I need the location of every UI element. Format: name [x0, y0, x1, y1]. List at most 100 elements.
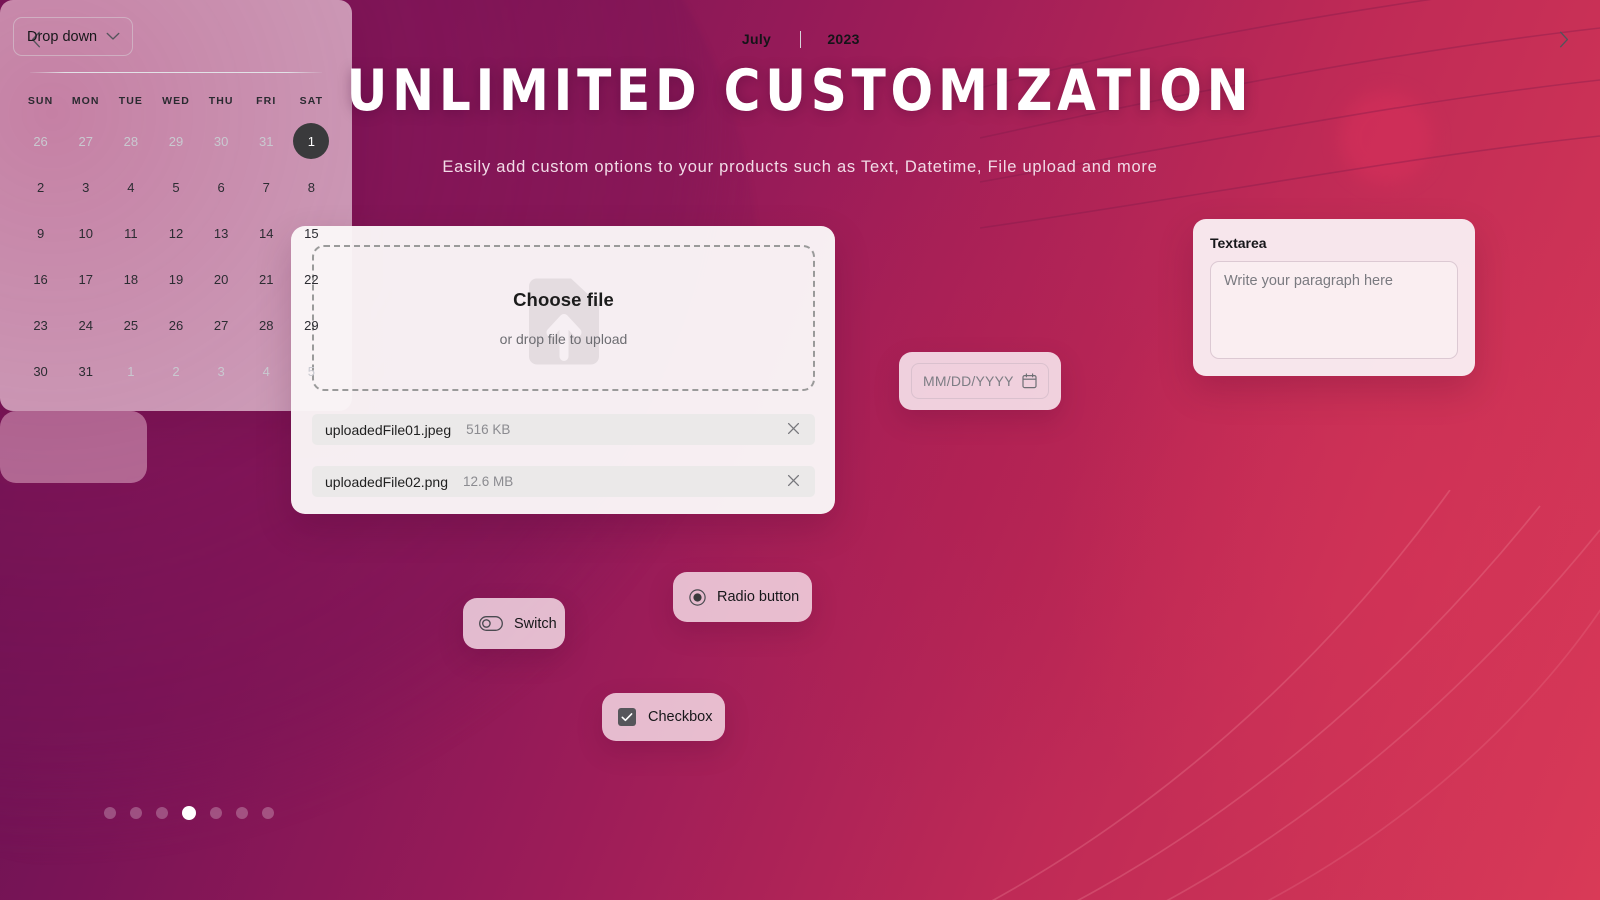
calendar-day[interactable]: 11	[108, 210, 153, 256]
textarea-input[interactable]: Write your paragraph here	[1210, 261, 1458, 359]
close-icon[interactable]	[786, 421, 801, 439]
calendar-day-number: 25	[123, 317, 139, 333]
calendar-month[interactable]: July	[714, 31, 800, 47]
chevron-down-icon[interactable]	[106, 32, 120, 41]
uploaded-file-row[interactable]: uploadedFile01.jpeg 516 KB	[312, 414, 815, 445]
radio-label: Radio button	[717, 589, 800, 605]
calendar-day[interactable]: 31	[244, 118, 289, 164]
calendar-day[interactable]: 30	[199, 118, 244, 164]
calendar-day-selected[interactable]: 1	[289, 118, 334, 164]
textarea-card: Textarea Write your paragraph here	[1193, 219, 1475, 376]
calendar-day[interactable]: 15	[289, 210, 334, 256]
pagination-dot[interactable]	[236, 807, 248, 819]
calendar-day[interactable]: 1	[108, 348, 153, 394]
calendar-day[interactable]: 22	[289, 256, 334, 302]
pagination-dot[interactable]	[210, 807, 222, 819]
calendar-day-number: 30	[33, 363, 48, 379]
calendar-day-number: 11	[124, 225, 138, 241]
calendar-day[interactable]: 30	[18, 348, 63, 394]
pagination-dot[interactable]	[130, 807, 142, 819]
calendar-day[interactable]: 19	[153, 256, 198, 302]
calendar-day[interactable]: 10	[63, 210, 108, 256]
calendar-day[interactable]: 7	[244, 164, 289, 210]
calendar-day-number: 17	[78, 271, 93, 287]
calendar-day[interactable]: 3	[63, 164, 108, 210]
calendar-day-number: 22	[304, 271, 319, 287]
drop-file-hint: or drop file to upload	[499, 331, 628, 347]
calendar-day[interactable]: 5	[289, 348, 334, 394]
checkbox-label: Checkbox	[648, 709, 713, 725]
calendar-day-number: 10	[78, 225, 93, 241]
switch-control[interactable]: Switch	[463, 598, 565, 649]
calendar-day[interactable]: 2	[153, 348, 198, 394]
calendar-day[interactable]: 28	[244, 302, 289, 348]
calendar-day[interactable]: 3	[199, 348, 244, 394]
calendar-day-number: 28	[123, 133, 139, 149]
calendar-day[interactable]: 2	[18, 164, 63, 210]
calendar-day[interactable]: 21	[244, 256, 289, 302]
calendar-day[interactable]: 12	[153, 210, 198, 256]
calendar-day[interactable]: 31	[63, 348, 108, 394]
calendar-day-number: 4	[262, 363, 270, 379]
calendar-day[interactable]: 24	[63, 302, 108, 348]
calendar-day-number: 26	[33, 133, 48, 149]
calendar-day-number: 31	[78, 363, 93, 379]
calendar-year[interactable]: 2023	[801, 31, 887, 47]
calendar-day[interactable]: 29	[153, 118, 198, 164]
pagination-dot[interactable]	[262, 807, 274, 819]
date-input-card: MM/DD/YYYY	[899, 352, 1061, 410]
chevron-right-icon[interactable]	[1547, 22, 1581, 56]
calendar-day[interactable]: 9	[18, 210, 63, 256]
calendar-day-number: 4	[127, 179, 135, 195]
close-icon[interactable]	[786, 473, 801, 491]
calendar-day[interactable]: 13	[199, 210, 244, 256]
date-placeholder: MM/DD/YYYY	[923, 373, 1014, 389]
calendar-icon[interactable]	[1022, 373, 1037, 389]
calendar-day-number: 3	[217, 363, 225, 379]
calendar-weekday: MON	[71, 95, 100, 107]
file-size: 12.6 MB	[463, 474, 514, 489]
file-name: uploadedFile01.jpeg	[325, 421, 452, 438]
calendar-day[interactable]: 29	[289, 302, 334, 348]
pagination-dot-active[interactable]	[182, 806, 196, 820]
calendar-weekday: WED	[162, 95, 190, 107]
pagination-dot[interactable]	[156, 807, 168, 819]
checkbox-control[interactable]: Checkbox	[602, 693, 725, 741]
calendar-day[interactable]: 27	[199, 302, 244, 348]
switch-label: Switch	[514, 615, 557, 632]
calendar-day[interactable]: 26	[153, 302, 198, 348]
calendar-divider	[30, 72, 322, 73]
calendar-day[interactable]: 16	[18, 256, 63, 302]
calendar-day[interactable]: 4	[244, 348, 289, 394]
pagination-dot[interactable]	[104, 807, 116, 819]
calendar-header: July 2023	[0, 22, 1600, 56]
calendar-day-number: 27	[78, 133, 93, 149]
calendar-day-number: 27	[213, 317, 229, 333]
calendar-day[interactable]: 4	[108, 164, 153, 210]
calendar-day[interactable]: 14	[244, 210, 289, 256]
calendar-day[interactable]: 18	[108, 256, 153, 302]
checkbox-checked-icon[interactable]	[618, 708, 636, 726]
calendar-title: July 2023	[53, 30, 1547, 48]
calendar-day[interactable]: 6	[199, 164, 244, 210]
calendar-day[interactable]: 5	[153, 164, 198, 210]
calendar-day[interactable]: 26	[18, 118, 63, 164]
radio-control[interactable]: Radio button	[673, 572, 812, 622]
calendar-day-number: 18	[123, 271, 139, 287]
calendar-day-number: 2	[172, 363, 180, 379]
calendar-day[interactable]: 20	[199, 256, 244, 302]
calendar-day[interactable]: 8	[289, 164, 334, 210]
radio-checked-icon[interactable]	[689, 588, 706, 606]
toggle-off-icon[interactable]	[479, 616, 503, 631]
calendar-day[interactable]: 25	[108, 302, 153, 348]
date-input[interactable]: MM/DD/YYYY	[911, 363, 1049, 399]
calendar-day-number: 29	[304, 317, 319, 333]
file-dropzone[interactable]: Choose file or drop file to upload	[312, 245, 815, 391]
uploaded-file-row[interactable]: uploadedFile02.png 12.6 MB	[312, 466, 815, 497]
dropdown-select[interactable]: Drop down	[13, 17, 133, 56]
calendar-day-number: 20	[213, 271, 229, 287]
calendar-day[interactable]: 27	[63, 118, 108, 164]
calendar-day[interactable]: 17	[63, 256, 108, 302]
calendar-day[interactable]: 23	[18, 302, 63, 348]
calendar-day[interactable]: 28	[108, 118, 153, 164]
